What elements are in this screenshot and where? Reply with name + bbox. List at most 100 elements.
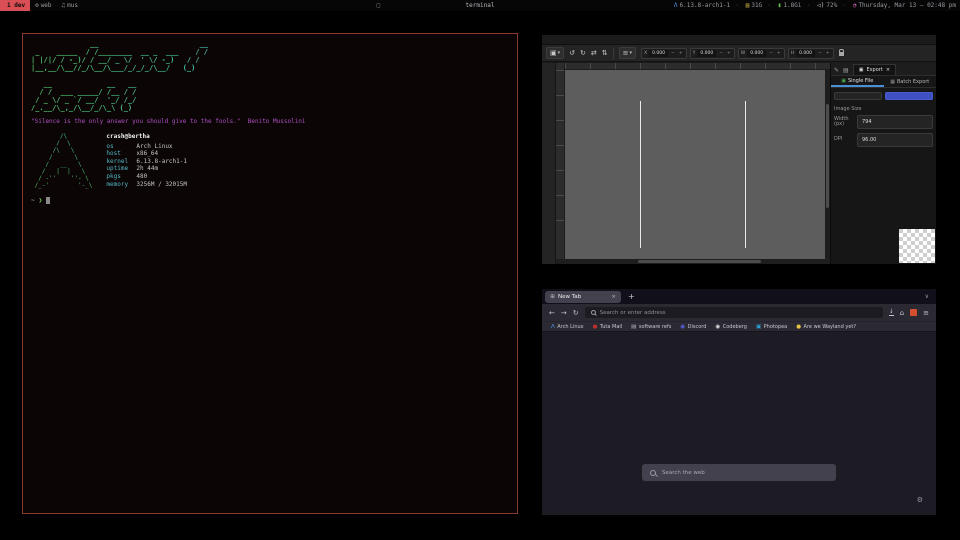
scrollbar-thumb[interactable] bbox=[638, 260, 761, 263]
export-scope-button[interactable] bbox=[885, 92, 933, 100]
fetch-row: memory 3256M / 32015M bbox=[106, 181, 187, 189]
spin-plus-button[interactable]: + bbox=[726, 51, 732, 56]
field-input[interactable]: 794 bbox=[857, 115, 933, 129]
coord-spinboxes: X 0.000 − + Y 0.000 − + W 0.000 − + H 0.… bbox=[641, 48, 834, 59]
selector-mode-dropdown[interactable]: ▣ ▾ bbox=[546, 47, 564, 59]
objects-panel-icon[interactable]: ✎ bbox=[834, 67, 839, 75]
layers-panel-icon[interactable]: ▤ bbox=[843, 67, 849, 75]
status-module-text: Thursday, Mar 13 — 02:48 pm bbox=[858, 2, 956, 9]
web-search-bar[interactable] bbox=[642, 464, 836, 481]
shell-prompt[interactable]: ~ ❯ bbox=[31, 197, 509, 204]
export-scope-button[interactable] bbox=[834, 92, 882, 100]
fetch-value: x86_64 bbox=[136, 150, 158, 158]
image-size-label: Image Size bbox=[831, 102, 936, 113]
status-module: ▮ 1.8Gi bbox=[762, 2, 801, 9]
close-icon[interactable]: × bbox=[886, 67, 890, 73]
spinbox-value[interactable]: 0.000 bbox=[747, 50, 766, 57]
spinbox[interactable]: X 0.000 − + bbox=[641, 48, 687, 59]
field-input[interactable]: 96.00 bbox=[857, 133, 933, 147]
bookmark-item[interactable]: Λ Arch Linux bbox=[551, 324, 584, 330]
export-mode-tab[interactable]: ▣ Single File bbox=[831, 76, 884, 87]
flip-vertical-icon[interactable]: ⇅ bbox=[602, 49, 608, 57]
web-search-input[interactable] bbox=[662, 470, 828, 476]
workspace-button[interactable]: ♫ mus bbox=[57, 0, 83, 11]
horizontal-scrollbar[interactable] bbox=[556, 259, 830, 264]
spinbox-value[interactable]: 0.000 bbox=[697, 50, 716, 57]
new-tab-button[interactable]: + bbox=[625, 292, 638, 301]
ruler-tick-label bbox=[556, 220, 564, 245]
export-mode-label: Batch Export bbox=[897, 79, 929, 85]
spin-minus-button[interactable]: − bbox=[768, 51, 774, 56]
export-dialog-tab[interactable]: ▣ Export × bbox=[853, 64, 896, 75]
terminal-window[interactable]: __ __ _ _____ / /________ __ _ ___ / / |… bbox=[22, 33, 518, 514]
export-mode-tab[interactable]: ▦ Batch Export bbox=[884, 76, 937, 87]
back-button[interactable]: ← bbox=[549, 309, 555, 317]
spin-plus-button[interactable]: + bbox=[776, 51, 782, 56]
lock-ratio-icon[interactable] bbox=[839, 52, 844, 56]
fetch-key: os bbox=[106, 143, 136, 151]
spin-minus-button[interactable]: − bbox=[670, 51, 676, 56]
downloads-icon[interactable]: ↓ bbox=[889, 309, 894, 316]
selection-icon: ▣ bbox=[550, 49, 557, 57]
scrollbar-thumb[interactable] bbox=[826, 104, 829, 208]
ruler-tick-label bbox=[715, 63, 740, 70]
spinbox[interactable]: W 0.000 − + bbox=[738, 48, 785, 59]
spin-plus-button[interactable]: + bbox=[678, 51, 684, 56]
url-bar[interactable] bbox=[585, 307, 883, 318]
fetch-value: 2h 44m bbox=[136, 165, 158, 173]
fetch-row: uptime 2h 44m bbox=[106, 165, 187, 173]
fetch-info: crash@bertha os Arch Linux host x86_64 k… bbox=[106, 133, 187, 189]
ruler-tick-label bbox=[815, 63, 830, 70]
bookmark-item[interactable]: ▣ Photopea bbox=[756, 324, 787, 330]
reload-button[interactable]: ↻ bbox=[573, 309, 579, 317]
url-input[interactable] bbox=[600, 310, 877, 316]
fetch-rows: os Arch Linux host x86_64 kernel 6.13.8-… bbox=[106, 143, 187, 189]
forward-button[interactable]: → bbox=[561, 309, 567, 317]
firefox-window: ⊕ New Tab × + ∨ ← → ↻ ↓ ⌂ ≡ Λ Arch Linux… bbox=[542, 289, 936, 515]
bookmark-label: Arch Linux bbox=[557, 324, 583, 330]
spin-minus-button[interactable]: − bbox=[718, 51, 724, 56]
bookmark-item[interactable]: ● Are we Wayland yet? bbox=[796, 324, 856, 330]
list-tabs-chevron-icon[interactable]: ∨ bbox=[925, 293, 933, 300]
spinbox-label: X bbox=[644, 51, 647, 56]
export-fields: Width (px) 794 DPI 96.00 bbox=[831, 113, 936, 149]
rotate-cw-icon[interactable]: ↻ bbox=[580, 49, 586, 57]
workspace-button[interactable]: 1 dev bbox=[0, 0, 30, 11]
ruler-tick-label bbox=[565, 63, 590, 70]
bookmark-item[interactable]: ◉ Codeberg bbox=[715, 324, 747, 330]
home-icon[interactable]: ⌂ bbox=[900, 309, 904, 317]
spinbox-value[interactable]: 0.000 bbox=[649, 50, 668, 57]
status-module-icon: ▤ bbox=[746, 2, 750, 9]
personalize-gear-icon[interactable]: ⚙ bbox=[917, 496, 923, 504]
ublock-shield-icon[interactable] bbox=[910, 309, 917, 316]
bookmark-favicon: Λ bbox=[551, 324, 555, 330]
flip-horizontal-icon[interactable]: ⇄ bbox=[591, 49, 597, 57]
menu-icon[interactable]: ≡ bbox=[923, 309, 929, 317]
empty-workspace-icon[interactable]: □ bbox=[372, 2, 386, 9]
ruler-tick-label bbox=[556, 95, 564, 120]
new-tab-page: ⚙ bbox=[542, 332, 936, 515]
bookmark-item[interactable]: ● Tuta Mail bbox=[593, 324, 623, 330]
status-module-text: 31G bbox=[751, 2, 762, 9]
bookmark-label: software refs bbox=[639, 324, 671, 330]
spinbox-value[interactable]: 0.000 bbox=[796, 50, 815, 57]
inkscape-canvas[interactable] bbox=[565, 70, 825, 259]
bookmark-item[interactable]: ◉ Discord bbox=[680, 324, 706, 330]
bookmark-label: Discord bbox=[688, 324, 707, 330]
align-dropdown[interactable]: ≡ ▾ bbox=[619, 47, 636, 59]
ruler-tick-label bbox=[665, 63, 690, 70]
spin-minus-button[interactable]: − bbox=[817, 51, 823, 56]
status-module-icon: ◔ bbox=[853, 2, 857, 9]
spinbox[interactable]: H 0.000 − + bbox=[788, 48, 834, 59]
bookmark-item[interactable]: ▤ software refs bbox=[631, 324, 671, 330]
align-icon: ≡ bbox=[623, 49, 629, 57]
close-tab-icon[interactable]: × bbox=[611, 294, 616, 300]
spin-plus-button[interactable]: + bbox=[825, 51, 831, 56]
workspace-button[interactable]: ⚙ web bbox=[30, 0, 56, 11]
fetch-key: pkgs bbox=[106, 173, 136, 181]
rotate-ccw-icon[interactable]: ↺ bbox=[569, 49, 575, 57]
bookmark-label: Codeberg bbox=[723, 324, 747, 330]
spinbox[interactable]: Y 0.000 − + bbox=[690, 48, 735, 59]
browser-tab[interactable]: ⊕ New Tab × bbox=[545, 291, 621, 303]
fetch-row: kernel 6.13.8-arch1-1 bbox=[106, 158, 187, 166]
